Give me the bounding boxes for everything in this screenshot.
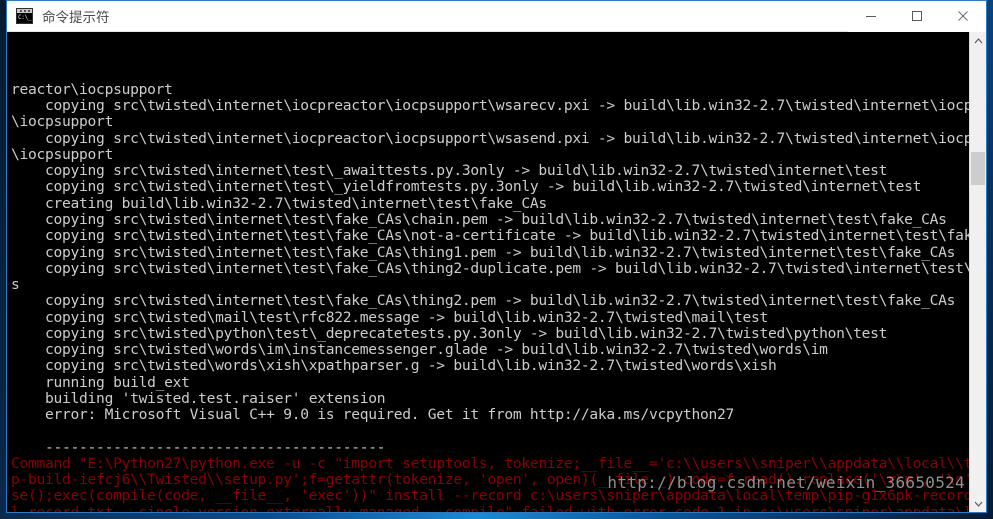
- minimize-button[interactable]: [848, 0, 894, 32]
- cmd-icon-screen-text: C:\_: [17, 13, 32, 23]
- maximize-button[interactable]: [894, 0, 940, 32]
- console-scrollbar[interactable]: [969, 32, 986, 512]
- scrollbar-thumb[interactable]: [971, 152, 985, 185]
- console-line: copying src\twisted\internet\iocpreactor…: [11, 129, 969, 147]
- chevron-down-icon: [974, 501, 982, 507]
- console-line: reactor\iocpsupport: [11, 80, 173, 98]
- console-line: copying src\twisted\internet\iocpreactor…: [11, 97, 969, 115]
- window-title: 命令提示符: [42, 10, 110, 26]
- title-bar[interactable]: C:\_ 命令提示符: [7, 0, 986, 32]
- console-line: copying src\twisted\internet\test\fake_C…: [11, 243, 956, 261]
- console-line: error: Microsoft Visual C++ 9.0 is requi…: [11, 406, 735, 424]
- console-line: p-build-iefcj6\\Twisted\\setup.py';f=get…: [11, 471, 969, 489]
- console-line: copying src\twisted\words\im\instancemes…: [11, 341, 828, 359]
- close-button[interactable]: [940, 0, 986, 32]
- console-line: l-record.txt --single-version-externally…: [11, 504, 969, 512]
- console-line: copying src\twisted\internet\test\fake_C…: [11, 292, 956, 310]
- window-controls: [848, 0, 986, 32]
- console-output[interactable]: reactor\iocpsupport copying src\twisted\…: [7, 32, 969, 512]
- title-bar-left: C:\_ 命令提示符: [7, 6, 848, 26]
- console-line: copying src\twisted\internet\test\fake_C…: [11, 259, 969, 277]
- console-line: copying src\twisted\internet\test\fake_C…: [11, 210, 947, 228]
- console-line: ----------------------------------------: [11, 438, 386, 456]
- chevron-up-icon: [974, 37, 982, 43]
- console-line: running build_ext: [11, 373, 190, 391]
- console-line: copying src\twisted\internet\test\_yield…: [11, 178, 922, 196]
- console-line: copying src\twisted\python\test\_depreca…: [11, 324, 888, 342]
- scrollbar-track[interactable]: [970, 49, 986, 495]
- console-line: copying src\twisted\internet\test\_await…: [11, 162, 888, 180]
- console-line: \iocpsupport: [11, 113, 114, 131]
- console-line: copying src\twisted\mail\test\rfc822.mes…: [11, 308, 769, 326]
- console-area[interactable]: reactor\iocpsupport copying src\twisted\…: [7, 32, 986, 512]
- console-line: building 'twisted.test.raiser' extension: [11, 389, 386, 407]
- console-line: se();exec(compile(code, __file__, 'exec'…: [11, 487, 969, 505]
- cmd-console-icon: C:\_: [16, 8, 33, 24]
- command-prompt-window: C:\_ 命令提示符 reactor\iocpsupport copying s…: [6, 0, 987, 513]
- console-line: Command "E:\Python27\python.exe -u -c "i…: [11, 454, 969, 472]
- console-line: copying src\twisted\words\xish\xpathpars…: [11, 357, 777, 375]
- console-line: \iocpsupport: [11, 145, 114, 163]
- console-line: creating build\lib.win32-2.7\twisted\int…: [11, 194, 547, 212]
- scroll-up-button[interactable]: [970, 32, 986, 49]
- console-line: s: [11, 276, 20, 294]
- console-line: copying src\twisted\internet\test\fake_C…: [11, 227, 969, 245]
- scroll-down-button[interactable]: [970, 495, 986, 512]
